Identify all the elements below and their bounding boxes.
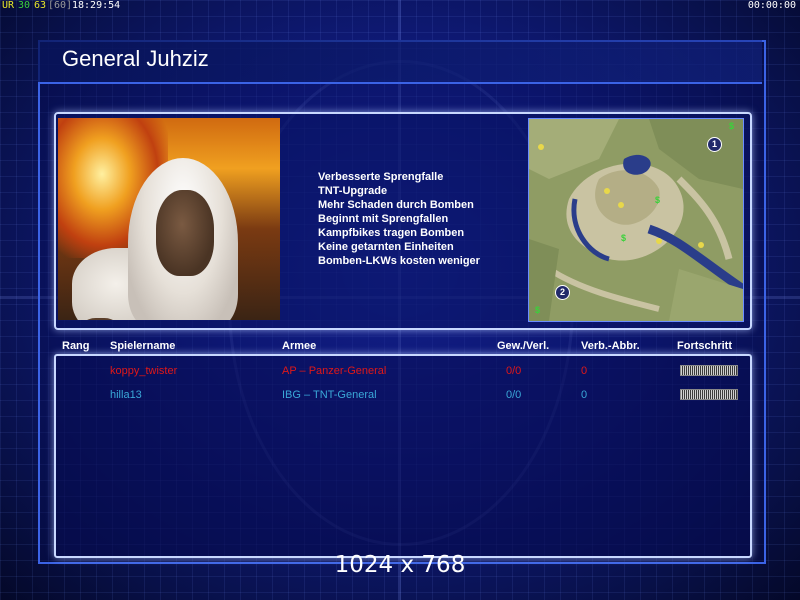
player-army: AP – Panzer-General — [282, 365, 387, 377]
fps-value: 30 — [18, 0, 31, 11]
player-army: IBG – TNT-General — [282, 389, 377, 401]
player-start-marker[interactable]: 1 — [707, 137, 722, 152]
svg-text:$: $ — [621, 233, 626, 243]
header-army: Armee — [282, 340, 317, 352]
player-start-marker[interactable]: 2 — [555, 285, 570, 300]
player-disconnects: 0 — [581, 365, 588, 377]
fps-cap: [60] — [48, 0, 73, 11]
resolution-label: 1024 x 768 — [334, 552, 466, 578]
svg-text:$: $ — [729, 121, 734, 131]
table-row: koppy_twister AP – Panzer-General 0/0 0 — [0, 365, 800, 381]
player-win-loss: 0/0 — [506, 389, 522, 401]
general-portrait — [58, 118, 280, 320]
trait-item: TNT-Upgrade — [318, 185, 388, 197]
trait-item: Beginnt mit Sprengfallen — [318, 213, 449, 225]
header-win-loss: Gew./Verl. — [497, 340, 550, 352]
clock: 18:29:54 — [72, 0, 121, 11]
game-timer: 00:00:00 — [747, 0, 796, 11]
fps-label: UR — [2, 0, 15, 11]
header-disconnects: Verb.-Abbr. — [581, 340, 640, 352]
trait-item: Verbesserte Sprengfalle — [318, 171, 444, 183]
trait-item: Mehr Schaden durch Bomben — [318, 199, 474, 211]
fps-value-secondary: 63 — [34, 0, 47, 11]
trait-item: Bomben-LKWs kosten weniger — [318, 255, 480, 267]
svg-text:$: $ — [535, 305, 540, 315]
player-name: koppy_twister — [110, 365, 178, 377]
header-progress: Fortschritt — [677, 340, 732, 352]
minimap[interactable]: $ $ $ $ 1 2 — [528, 118, 744, 322]
general-traits-list: Verbesserte Sprengfalle TNT-Upgrade Mehr… — [318, 170, 480, 268]
loading-progress-bar — [680, 389, 738, 400]
trait-item: Kampfbikes tragen Bomben — [318, 227, 465, 239]
loading-progress-bar — [680, 365, 738, 376]
roster-panel — [54, 354, 752, 558]
player-disconnects: 0 — [581, 389, 588, 401]
player-win-loss: 0/0 — [506, 365, 522, 377]
player-name: hilla13 — [110, 389, 142, 401]
page-title: General Juhziz — [62, 46, 209, 71]
hud-bar: UR 30 63 [60] 18:29:54 00:00:00 — [0, 0, 800, 12]
header-rank: Rang — [62, 340, 90, 352]
svg-text:$: $ — [655, 195, 660, 205]
trait-item: Keine getarnten Einheiten — [318, 241, 454, 253]
header-player: Spielername — [110, 340, 176, 352]
table-row: hilla13 IBG – TNT-General 0/0 0 — [0, 389, 800, 405]
portrait-face — [156, 190, 214, 276]
